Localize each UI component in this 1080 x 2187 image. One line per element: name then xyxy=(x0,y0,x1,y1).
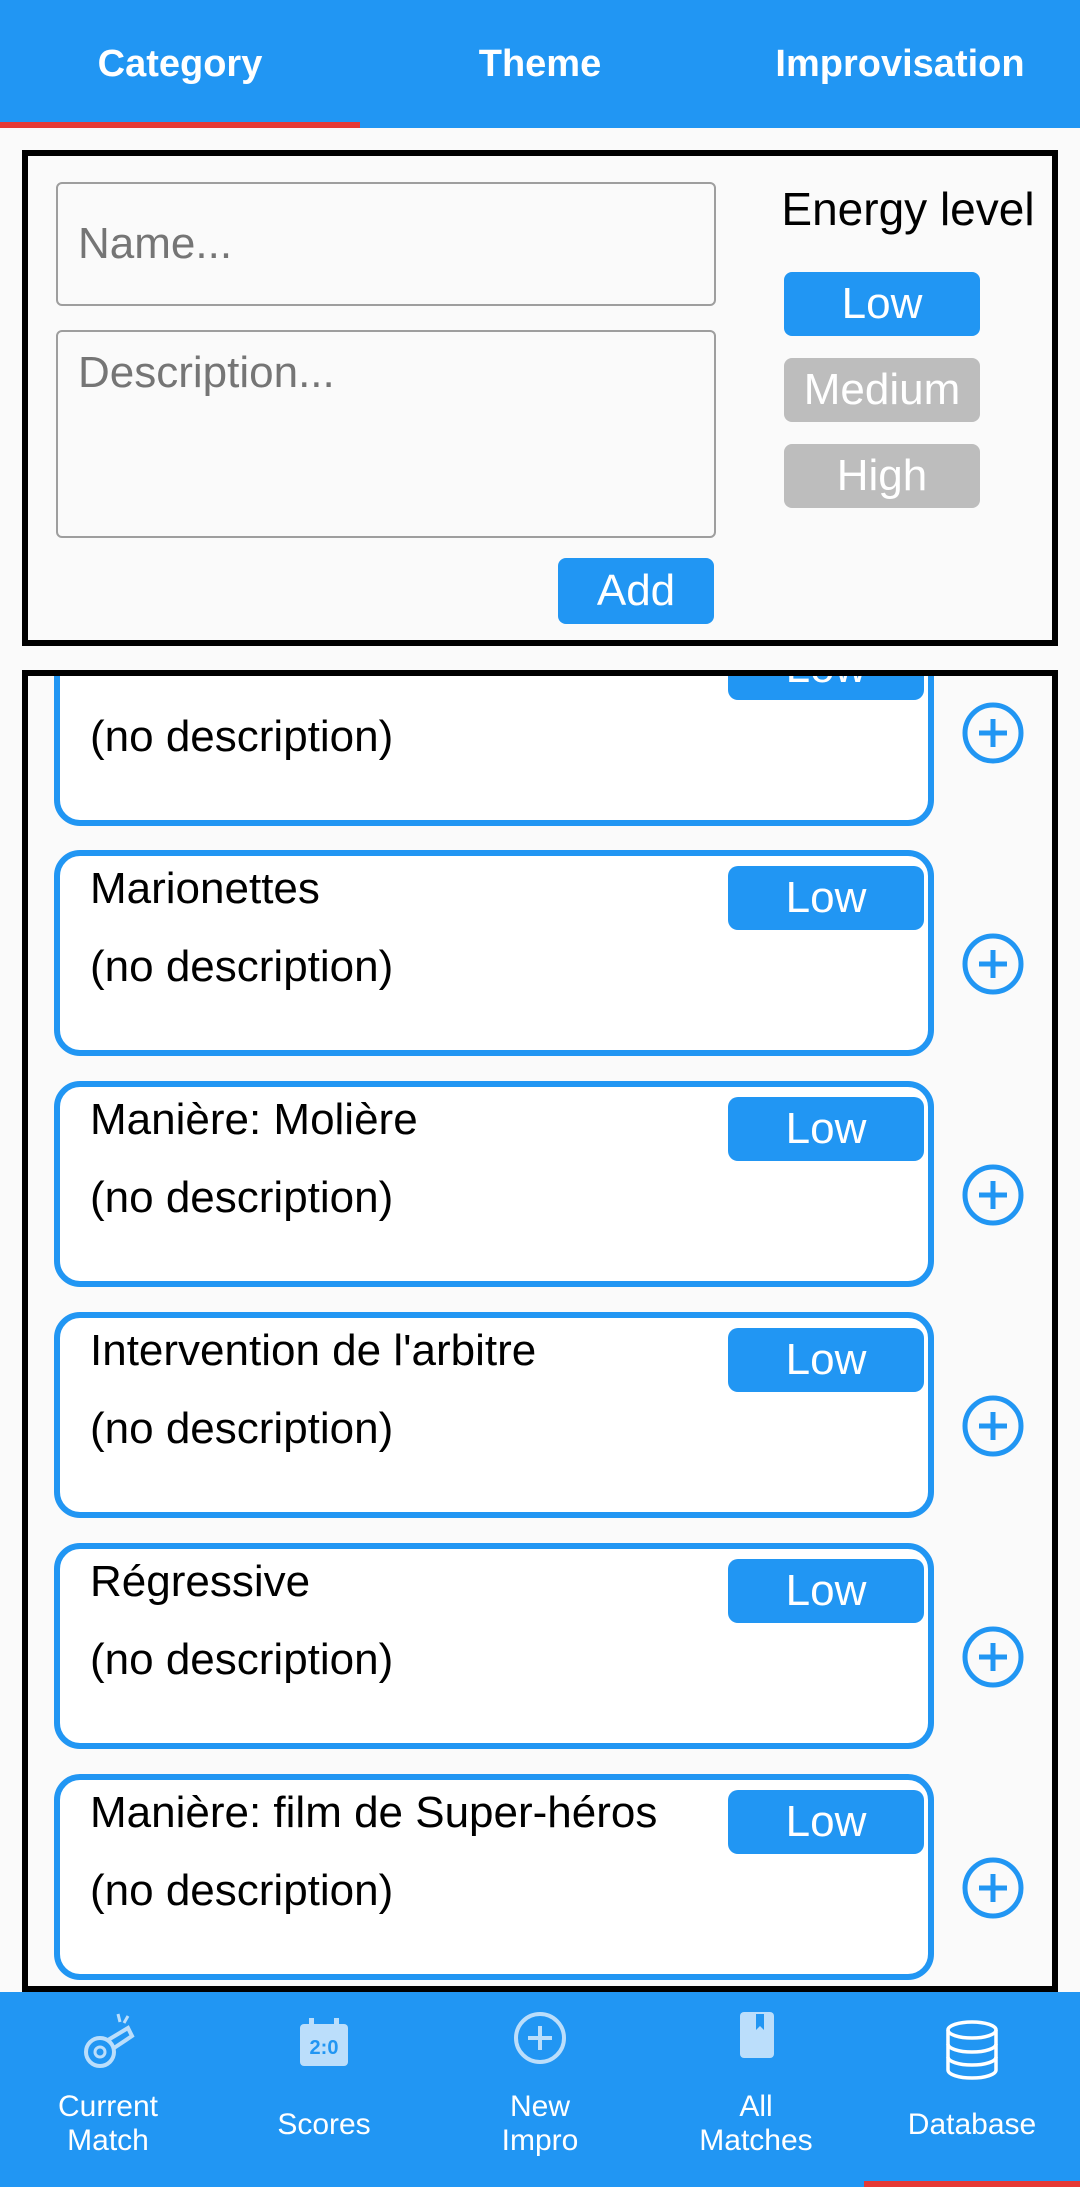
list-item[interactable]: Marionettes (no description) Low xyxy=(54,850,934,1056)
database-icon xyxy=(942,2018,1002,2084)
category-description: (no description) xyxy=(90,1635,394,1684)
add-to-impro-button[interactable] xyxy=(960,1393,1026,1459)
nav-new-impro[interactable]: New Impro xyxy=(432,1992,648,2187)
energy-low-button[interactable]: Low xyxy=(784,272,980,336)
name-input[interactable] xyxy=(56,182,716,306)
list-item[interactable]: Régressive (no description) Low xyxy=(54,1543,934,1749)
svg-text:2:0: 2:0 xyxy=(310,2037,339,2059)
tab-improvisation[interactable]: Improvisation xyxy=(720,0,1080,128)
add-to-impro-button[interactable] xyxy=(960,1855,1026,1921)
plus-circle-icon xyxy=(962,1164,1024,1226)
category-description: (no description) xyxy=(90,1173,394,1222)
plus-circle-icon xyxy=(962,1626,1024,1688)
nav-label: Scores xyxy=(277,2108,371,2141)
add-button[interactable]: Add xyxy=(558,558,714,624)
category-description: (no description) xyxy=(90,942,394,991)
nav-label: New Impro xyxy=(501,2090,579,2157)
list-item[interactable]: Manière: Molière (no description) Low xyxy=(54,1081,934,1287)
category-name: Manière: film de Super-héros xyxy=(90,1788,658,1837)
plus-circle-icon xyxy=(962,1857,1024,1919)
nav-current-match[interactable]: Current Match xyxy=(0,1992,216,2187)
category-description: (no description) xyxy=(90,1404,394,1453)
add-to-impro-button[interactable] xyxy=(960,931,1026,997)
list-item[interactable]: Intervention de l'arbitre (no descriptio… xyxy=(54,1312,934,1518)
category-name: Marionettes xyxy=(90,864,320,913)
nav-label: All Matches xyxy=(699,2090,813,2157)
tab-active-indicator xyxy=(0,122,360,128)
energy-badge: Low xyxy=(728,866,924,930)
nav-all-matches[interactable]: All Matches xyxy=(648,1992,864,2187)
energy-badge: Low xyxy=(728,1790,924,1854)
energy-badge: Low xyxy=(728,1328,924,1392)
energy-high-button[interactable]: High xyxy=(784,444,980,508)
top-tab-bar: Category Theme Improvisation xyxy=(0,0,1080,128)
energy-badge: Low xyxy=(728,676,924,700)
whistle-icon xyxy=(78,2008,138,2074)
nav-label: Database xyxy=(907,2108,1037,2141)
scoreboard-icon: 2:0 xyxy=(294,2008,354,2074)
category-name: Intervention de l'arbitre xyxy=(90,1326,537,1375)
tab-theme[interactable]: Theme xyxy=(360,0,720,128)
bottom-navigation: Current Match 2:0 Scores New Impro All M… xyxy=(0,1992,1080,2187)
add-to-impro-button[interactable] xyxy=(960,1162,1026,1228)
plus-circle-icon xyxy=(962,1395,1024,1457)
tab-category[interactable]: Category xyxy=(0,0,360,128)
category-description: (no description) xyxy=(90,1866,394,1915)
description-input[interactable] xyxy=(56,330,716,538)
nav-database[interactable]: Database xyxy=(864,1992,1080,2187)
add-to-impro-button[interactable] xyxy=(960,700,1026,766)
add-to-impro-button[interactable] xyxy=(960,1624,1026,1690)
nav-active-indicator xyxy=(864,2181,1080,2187)
add-circle-icon xyxy=(510,2008,570,2074)
nav-label: Current Match xyxy=(57,2090,159,2157)
category-name: Régressive xyxy=(90,1557,311,1606)
add-category-form: Energy level Low Medium High Add xyxy=(22,150,1058,646)
category-list[interactable]: (no description) Low Marionettes (no des… xyxy=(22,670,1058,1992)
category-name: Manière: Molière xyxy=(90,1095,418,1144)
plus-circle-icon xyxy=(962,702,1024,764)
nav-scores[interactable]: 2:0 Scores xyxy=(216,1992,432,2187)
plus-circle-icon xyxy=(962,933,1024,995)
list-item[interactable]: (no description) Low xyxy=(54,676,934,826)
energy-badge: Low xyxy=(728,1097,924,1161)
energy-badge: Low xyxy=(728,1559,924,1623)
book-icon xyxy=(726,2008,786,2074)
category-description: (no description) xyxy=(90,712,394,761)
list-item[interactable]: Manière: film de Super-héros (no descrip… xyxy=(54,1774,934,1980)
energy-level-title: Energy level xyxy=(781,183,1035,235)
energy-medium-button[interactable]: Medium xyxy=(784,358,980,422)
